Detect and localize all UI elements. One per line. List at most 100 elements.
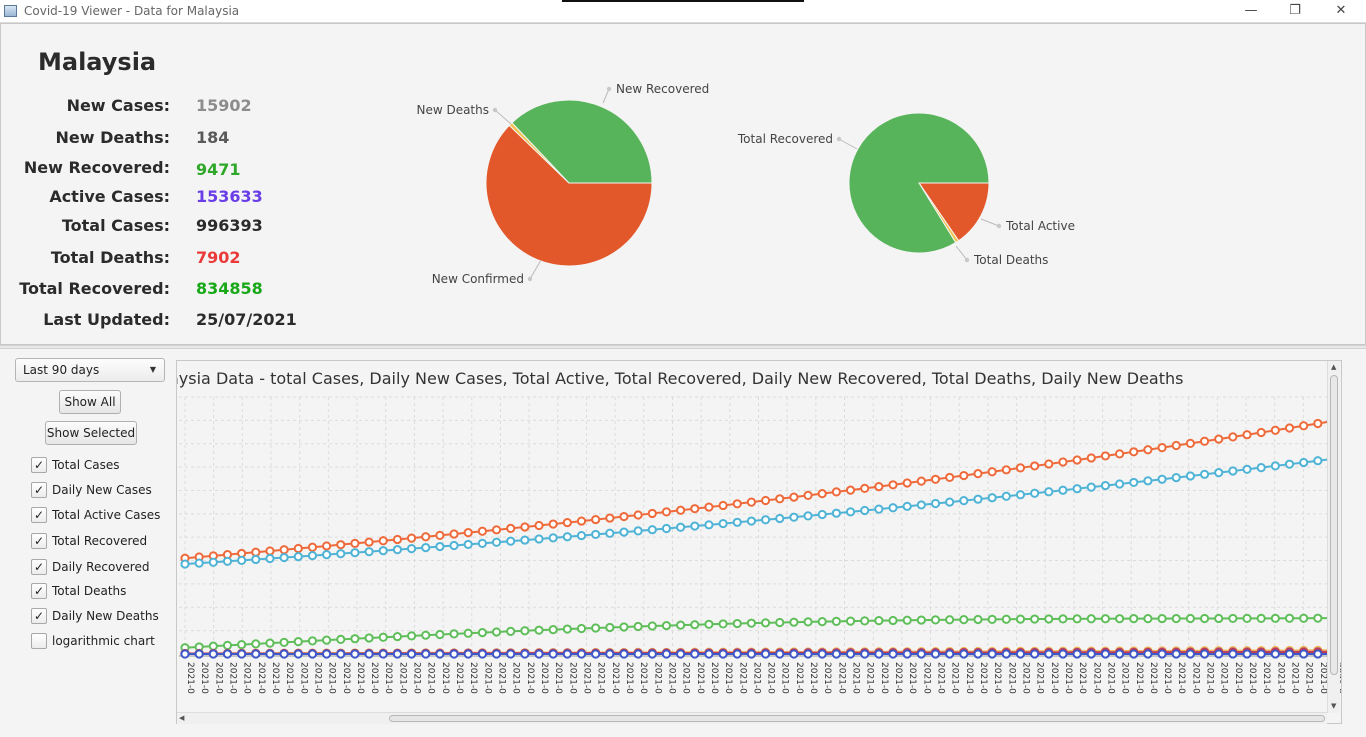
series-point[interactable] [633, 621, 643, 632]
series-point[interactable] [1256, 649, 1266, 659]
series-point[interactable] [1114, 649, 1125, 659]
series-point[interactable] [1199, 613, 1210, 624]
series-point[interactable] [350, 649, 360, 659]
series-point[interactable] [449, 540, 459, 551]
series-point[interactable] [803, 649, 813, 659]
series-point[interactable] [336, 649, 346, 659]
series-point[interactable] [633, 649, 643, 659]
series-point[interactable] [477, 627, 487, 638]
series-point[interactable] [845, 485, 856, 495]
series-point[interactable] [1157, 613, 1167, 624]
series-point[interactable] [406, 533, 417, 543]
series-point[interactable] [180, 649, 190, 659]
show-selected-button[interactable]: Show Selected [45, 421, 137, 445]
series-point[interactable] [930, 649, 941, 659]
series-point[interactable] [831, 487, 841, 497]
series-point[interactable] [406, 649, 417, 659]
series-point[interactable] [251, 649, 261, 659]
series-point[interactable] [591, 649, 601, 659]
series-point[interactable] [194, 649, 204, 659]
series-point[interactable] [222, 649, 233, 659]
series-point[interactable] [1185, 471, 1195, 481]
series-point[interactable] [279, 649, 289, 659]
series-point[interactable] [845, 616, 856, 626]
series-point[interactable] [676, 505, 686, 515]
series-point[interactable] [406, 631, 417, 641]
series-point[interactable] [1114, 449, 1125, 459]
series-point[interactable] [435, 649, 445, 659]
series-point[interactable] [1030, 461, 1040, 471]
series-point[interactable] [860, 483, 870, 493]
series-point[interactable] [322, 550, 332, 560]
series-point[interactable] [1058, 457, 1068, 467]
series-point[interactable] [237, 649, 247, 659]
series-point[interactable] [378, 649, 388, 659]
series-point[interactable] [704, 502, 714, 512]
series-point[interactable] [1299, 421, 1309, 431]
series-point[interactable] [421, 649, 431, 659]
series-point[interactable] [576, 516, 587, 526]
restore-button[interactable]: ❐ [1272, 0, 1318, 22]
series-point[interactable] [902, 478, 912, 488]
series-point[interactable] [1143, 476, 1153, 486]
series-point[interactable] [789, 512, 799, 522]
series-point[interactable] [435, 629, 445, 640]
series-point[interactable] [803, 490, 813, 500]
series-point[interactable] [1086, 614, 1096, 624]
series-point[interactable] [576, 623, 587, 634]
series-point[interactable] [704, 649, 714, 659]
series-point[interactable] [760, 618, 771, 628]
series-point[interactable] [732, 517, 742, 527]
series-point[interactable] [1001, 491, 1011, 501]
series-point[interactable] [307, 551, 318, 561]
series-point[interactable] [803, 617, 813, 627]
series-point[interactable] [350, 634, 360, 644]
series-point[interactable] [279, 545, 289, 555]
series-point[interactable] [1284, 613, 1295, 623]
series-point[interactable] [916, 649, 926, 659]
series-point[interactable] [293, 543, 303, 554]
series-point[interactable] [222, 640, 233, 650]
series-point[interactable] [307, 542, 318, 552]
series-point[interactable] [520, 522, 530, 532]
series-point[interactable] [392, 534, 403, 545]
scroll-left-icon[interactable]: ◀ [179, 714, 184, 722]
series-point[interactable] [449, 629, 459, 639]
series-point[interactable] [959, 496, 969, 506]
series-point[interactable] [1086, 649, 1096, 659]
series-point[interactable] [1270, 461, 1280, 471]
series-point[interactable] [690, 649, 700, 659]
series-point[interactable] [491, 537, 502, 547]
series-point[interactable] [718, 500, 728, 511]
series-point[interactable] [279, 552, 289, 563]
series-point[interactable] [817, 649, 827, 659]
series-point[interactable] [718, 619, 728, 629]
series-point[interactable] [902, 615, 912, 625]
series-point[interactable] [1228, 466, 1238, 476]
series-point[interactable] [463, 528, 473, 538]
series-point[interactable] [1001, 465, 1011, 475]
series-point[interactable] [378, 632, 388, 642]
series-point[interactable] [817, 509, 827, 520]
series-point[interactable] [775, 494, 785, 504]
series-point[interactable] [364, 547, 374, 557]
series-point[interactable] [1100, 451, 1111, 461]
series-point[interactable] [619, 511, 629, 522]
series-point[interactable] [1214, 468, 1224, 478]
series-point[interactable] [562, 649, 572, 659]
series-point[interactable] [548, 519, 558, 529]
checkbox-box[interactable]: ✓ [31, 608, 47, 624]
series-point[interactable] [463, 628, 473, 638]
series-point[interactable] [987, 467, 997, 477]
series-point[interactable] [491, 525, 502, 535]
series-point[interactable] [1199, 469, 1210, 479]
series-point[interactable] [350, 538, 360, 548]
series-point[interactable] [1100, 614, 1111, 624]
series-point[interactable] [1214, 649, 1224, 659]
series-point[interactable] [732, 618, 742, 629]
series-point[interactable] [1100, 480, 1111, 491]
series-point[interactable] [775, 513, 785, 524]
series-point[interactable] [831, 616, 841, 626]
series-point[interactable] [265, 546, 275, 556]
series-point[interactable] [775, 617, 785, 628]
